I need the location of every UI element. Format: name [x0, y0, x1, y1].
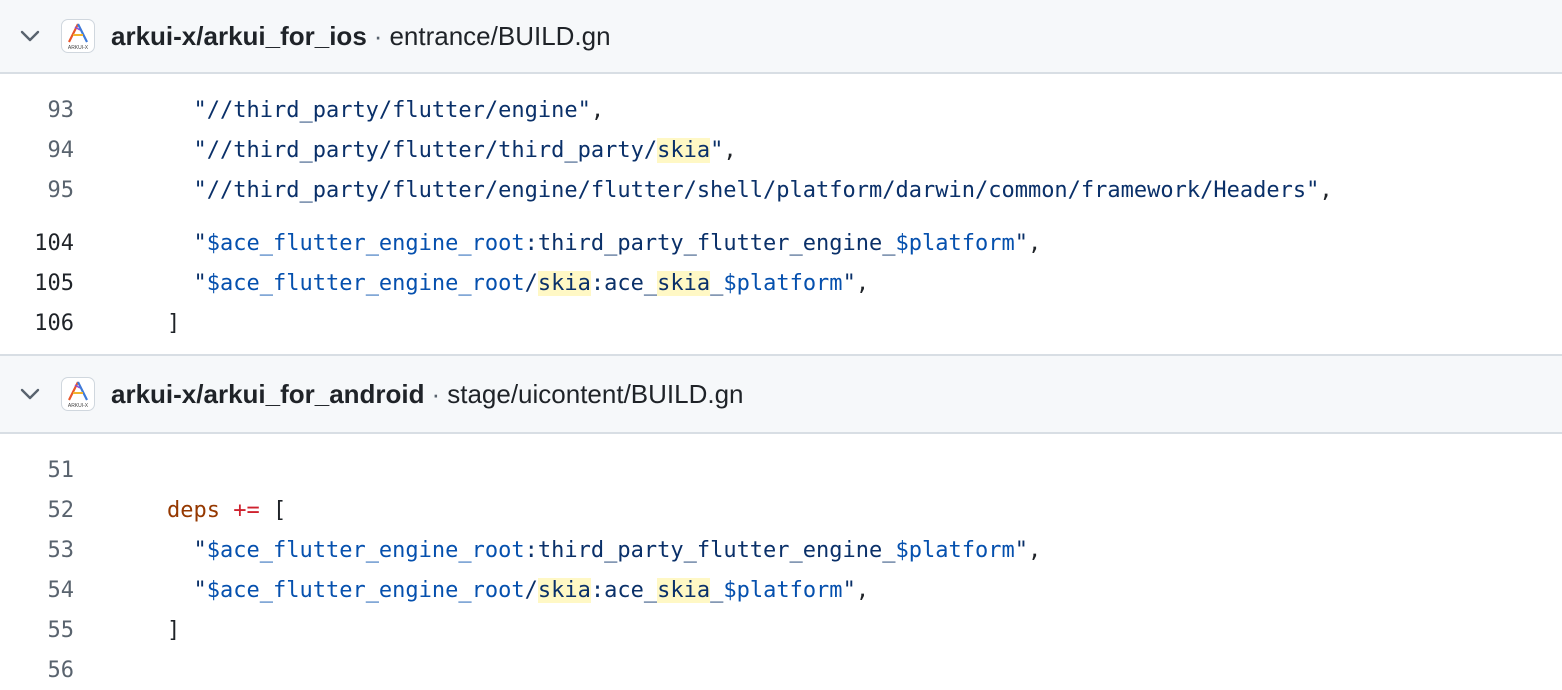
code-line: 94 "//third_party/flutter/third_party/sk…	[0, 130, 1562, 170]
code-line: 53 "$ace_flutter_engine_root:third_party…	[0, 530, 1562, 570]
code-token: [	[259, 497, 287, 523]
repo-name[interactable]: arkui-x/arkui_for_ios	[111, 21, 367, 52]
code-text: "$ace_flutter_engine_root:third_party_fl…	[167, 537, 1042, 563]
code-token: ,	[590, 97, 605, 123]
code-token: $ace_flutter_engine_root	[206, 270, 525, 296]
code-text: "//third_party/flutter/third_party/skia"…	[167, 137, 737, 163]
code-token: $platform	[723, 270, 843, 296]
line-number[interactable]: 94	[0, 138, 75, 163]
code-token: "	[1014, 230, 1028, 256]
line-number[interactable]: 51	[0, 458, 75, 483]
code-token: +=	[233, 497, 260, 523]
line-number[interactable]: 52	[0, 498, 75, 523]
code-token: "	[1014, 537, 1028, 563]
code-token: _	[710, 577, 724, 603]
file-header-android: ARKUI-X arkui-x/arkui_for_android · stag…	[0, 354, 1562, 434]
line-number[interactable]: 106	[0, 311, 74, 336]
code-token: $ace_flutter_engine_root	[206, 230, 525, 256]
line-number[interactable]: 56	[0, 658, 75, 683]
search-match: skia	[537, 577, 591, 603]
code-line: 54 "$ace_flutter_engine_root/skia:ace_sk…	[0, 570, 1562, 610]
code-text: deps += [	[167, 498, 286, 523]
code-text: "//third_party/flutter/engine/flutter/sh…	[167, 178, 1333, 203]
code-token: "	[193, 577, 207, 603]
code-line: 105 "$ace_flutter_engine_root/skia:ace_s…	[0, 263, 1562, 303]
path-separator: ·	[373, 20, 383, 51]
code-token: "	[193, 270, 207, 296]
code-token: ,	[723, 137, 737, 163]
code-token: "//third_party/flutter/third_party/	[193, 137, 658, 163]
code-line: 106]	[0, 303, 1562, 343]
line-number[interactable]: 95	[0, 178, 75, 203]
code-line: 52 deps += [	[0, 490, 1562, 530]
search-match: skia	[657, 137, 711, 163]
code-token: "	[710, 137, 724, 163]
code-token: deps	[167, 497, 220, 523]
line-number[interactable]: 54	[0, 578, 75, 603]
file-header-ios: ARKUI-X arkui-x/arkui_for_ios · entrance…	[0, 0, 1562, 74]
code-token: :third_party_flutter_engine_	[524, 230, 896, 256]
code-token: ,	[1027, 230, 1042, 256]
chevron-down-icon[interactable]	[17, 381, 43, 407]
code-token: $platform	[895, 537, 1015, 563]
code-token: ]	[167, 310, 181, 336]
code-token: :ace_	[590, 577, 658, 603]
svg-text:ARKUI-X: ARKUI-X	[68, 45, 89, 51]
code-token: :third_party_flutter_engine_	[524, 537, 896, 563]
arkui-logo-icon: ARKUI-X	[68, 381, 89, 409]
code-token: ,	[1027, 537, 1042, 563]
svg-text:ARKUI-X: ARKUI-X	[68, 403, 89, 409]
code-token: ,	[855, 577, 870, 603]
code-token: $ace_flutter_engine_root	[206, 537, 525, 563]
search-match: skia	[657, 577, 711, 603]
search-match: skia	[537, 270, 591, 296]
code-token: ,	[1319, 177, 1333, 203]
code-token: "	[842, 270, 856, 296]
code-token: $platform	[723, 577, 843, 603]
code-token: /	[524, 577, 538, 603]
code-text: "$ace_flutter_engine_root/skia:ace_skia_…	[167, 577, 870, 603]
code-token: _	[710, 270, 724, 296]
code-line: 51	[0, 450, 1562, 490]
code-line: 55]	[0, 610, 1562, 650]
path-separator: ·	[431, 378, 441, 409]
arkui-logo-icon: ARKUI-X	[68, 23, 89, 51]
code-text: "$ace_flutter_engine_root:third_party_fl…	[167, 230, 1042, 256]
code-line: 104 "$ace_flutter_engine_root:third_part…	[0, 223, 1562, 263]
code-token: ]	[167, 617, 181, 643]
file-path[interactable]: stage/uicontent/BUILD.gn	[447, 379, 743, 410]
code-line: 93 "//third_party/flutter/engine",	[0, 90, 1562, 130]
repo-avatar[interactable]: ARKUI-X	[61, 19, 95, 53]
code-token: :ace_	[590, 270, 658, 296]
code-token: $ace_flutter_engine_root	[206, 577, 525, 603]
line-number[interactable]: 55	[0, 618, 75, 643]
code-text: "//third_party/flutter/engine",	[167, 97, 605, 123]
code-text: ]	[167, 311, 180, 336]
code-token: "	[193, 537, 207, 563]
code-token: "//third_party/flutter/engine"	[193, 97, 591, 123]
code-text: ]	[167, 618, 180, 643]
code-line: 56	[0, 650, 1562, 690]
line-number[interactable]: 105	[0, 271, 74, 296]
code-token: ,	[855, 270, 870, 296]
code-text: "$ace_flutter_engine_root/skia:ace_skia_…	[167, 270, 870, 296]
repo-avatar[interactable]: ARKUI-X	[61, 377, 95, 411]
line-number[interactable]: 93	[0, 98, 75, 123]
code-token: $platform	[895, 230, 1015, 256]
file-path[interactable]: entrance/BUILD.gn	[389, 21, 610, 52]
code-token: /	[524, 270, 538, 296]
code-token: "	[193, 230, 207, 256]
line-number[interactable]: 104	[0, 231, 74, 256]
search-match: skia	[657, 270, 711, 296]
chevron-down-icon[interactable]	[17, 23, 43, 49]
code-token: "//third_party/flutter/engine/flutter/sh…	[193, 177, 1320, 203]
code-token: "	[842, 577, 856, 603]
code-line: 95 "//third_party/flutter/engine/flutter…	[0, 170, 1562, 210]
line-number[interactable]: 53	[0, 538, 75, 563]
repo-name[interactable]: arkui-x/arkui_for_android	[111, 379, 425, 410]
